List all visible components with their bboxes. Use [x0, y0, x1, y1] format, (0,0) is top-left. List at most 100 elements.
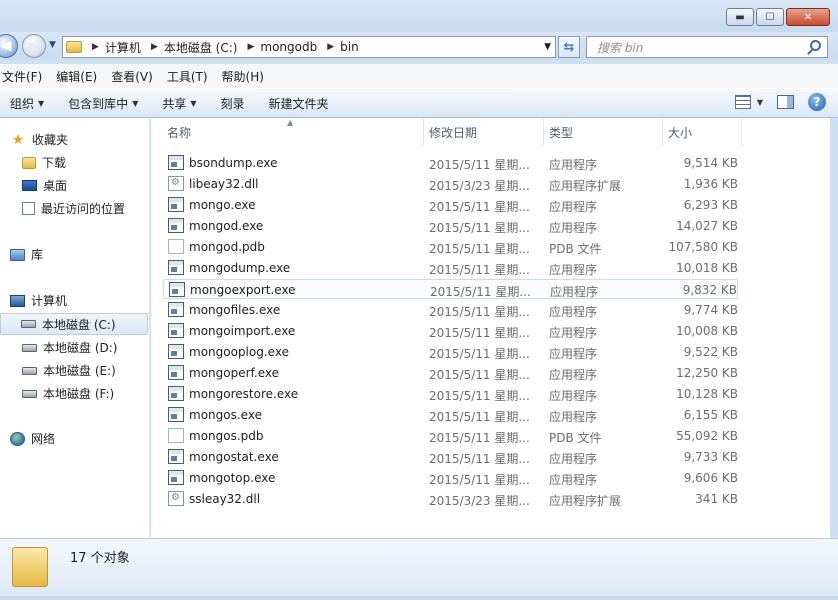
window-controls: ▬ ☐ ✕: [726, 8, 830, 26]
column-header-name[interactable]: 名称: [167, 118, 191, 146]
file-size: 55,092 KB: [676, 429, 738, 443]
drive-icon: [21, 320, 36, 328]
file-type: 应用程序: [549, 326, 598, 340]
sidebar-item-desktop[interactable]: 桌面: [22, 177, 67, 194]
organize-button[interactable]: 组织 ▼: [10, 95, 44, 112]
chevron-right-icon[interactable]: ▶: [327, 42, 334, 52]
menu-view[interactable]: 查看(V): [111, 68, 153, 85]
file-type: PDB 文件: [549, 242, 602, 256]
file-size: 14,027 KB: [676, 219, 738, 233]
table-row[interactable]: mongoperf.exe 2015/5/11 星期... 应用程序 12,250 K…: [163, 363, 738, 383]
file-date: 2015/5/11 星期...: [429, 431, 530, 445]
table-row[interactable]: mongodump.exe 2015/5/11 星期... 应用程序 10,018 K…: [163, 258, 738, 278]
table-row[interactable]: mongos.pdb 2015/5/11 星期... PDB 文件 55,092 KB: [163, 426, 738, 446]
desktop-icon: [22, 180, 37, 191]
table-row[interactable]: mongofiles.exe 2015/5/11 星期... 应用程序 9,774 K…: [163, 300, 738, 320]
sidebar-item-drive-d[interactable]: 本地磁盘 (D:): [22, 339, 117, 356]
file-type: 应用程序: [549, 410, 598, 424]
network-label: 网络: [31, 432, 56, 446]
menu-help[interactable]: 帮助(H): [222, 68, 264, 85]
file-name: mongos.pdb: [189, 429, 264, 443]
column-divider[interactable]: [741, 118, 742, 146]
chevron-right-icon[interactable]: ▶: [247, 42, 254, 52]
refresh-button[interactable]: ⇆: [558, 36, 580, 58]
sidebar-item-favorites[interactable]: ★ 收藏夹: [10, 131, 68, 148]
sidebar-item-computer[interactable]: 计算机: [10, 292, 67, 309]
application-icon: [168, 155, 184, 170]
search-icon[interactable]: [810, 40, 821, 51]
column-header-size[interactable]: 大小: [668, 118, 692, 146]
computer-label: 计算机: [31, 294, 68, 308]
dll-file-icon: [168, 491, 184, 506]
sidebar-item-downloads[interactable]: 下载: [22, 154, 66, 171]
sidebar-item-drive-c[interactable]: 本地磁盘 (C:): [0, 313, 148, 335]
column-divider[interactable]: [423, 118, 424, 146]
table-row[interactable]: libeay32.dll 2015/3/23 星期... 应用程序扩展 1,936 K…: [163, 174, 738, 194]
breadcrumb-bin[interactable]: bin: [340, 40, 359, 54]
file-type: 应用程序: [549, 473, 598, 487]
include-in-library-button[interactable]: 包含到库中 ▼: [68, 95, 138, 112]
menu-file[interactable]: 文件(F): [2, 68, 42, 85]
application-icon: [168, 323, 184, 338]
sidebar-item-drive-f[interactable]: 本地磁盘 (F:): [22, 385, 114, 402]
table-row[interactable]: mongod.exe 2015/5/11 星期... 应用程序 14,027 KB: [163, 216, 738, 236]
chevron-down-icon[interactable]: ▼: [544, 42, 551, 52]
file-size: 107,580 KB: [668, 240, 738, 254]
application-icon: [168, 218, 184, 233]
breadcrumb-computer[interactable]: 计算机: [105, 39, 141, 56]
table-row[interactable]: mongoexport.exe 2015/5/11 星期... 应用程序 9,832 …: [163, 279, 738, 299]
column-header-date[interactable]: 修改日期: [429, 118, 477, 146]
favorites-label: 收藏夹: [32, 133, 69, 147]
chevron-right-icon[interactable]: ▶: [151, 42, 158, 52]
chevron-right-icon[interactable]: ▶: [92, 42, 99, 52]
breadcrumb-mongodb[interactable]: mongodb: [260, 40, 317, 54]
table-row[interactable]: mongorestore.exe 2015/5/11 星期... 应用程序 10,12…: [163, 384, 738, 404]
forward-button[interactable]: ▶: [22, 34, 46, 58]
item-count: 17 个对象: [70, 551, 130, 566]
new-folder-button[interactable]: 新建文件夹: [269, 95, 329, 112]
sidebar-item-recent-places[interactable]: 最近访问的位置: [22, 200, 125, 217]
star-icon: ★: [11, 131, 25, 148]
table-row[interactable]: mongoimport.exe 2015/5/11 星期... 应用程序 10,008…: [163, 321, 738, 341]
change-view-button[interactable]: ▼: [734, 95, 763, 109]
file-name: mongoexport.exe: [190, 283, 296, 297]
burn-button[interactable]: 刻录: [221, 95, 245, 112]
drive-d-label: 本地磁盘 (D:): [43, 341, 118, 355]
sidebar-item-network[interactable]: 网络: [10, 430, 55, 447]
table-row[interactable]: ssleay32.dll 2015/3/23 星期... 应用程序扩展 341 KB: [163, 489, 738, 509]
column-divider[interactable]: [543, 118, 544, 146]
menu-edit[interactable]: 编辑(E): [56, 68, 97, 85]
table-row[interactable]: mongooplog.exe 2015/5/11 星期... 应用程序 9,522 K…: [163, 342, 738, 362]
table-row[interactable]: mongotop.exe 2015/5/11 星期... 应用程序 9,606 KB: [163, 468, 738, 488]
minimize-button[interactable]: ▬: [726, 8, 754, 26]
table-row[interactable]: mongo.exe 2015/5/11 星期... 应用程序 6,293 KB: [163, 195, 738, 215]
maximize-button[interactable]: ☐: [756, 8, 784, 26]
search-input[interactable]: 搜索 bin: [586, 36, 828, 58]
sidebar-item-drive-e[interactable]: 本地磁盘 (E:): [22, 362, 116, 379]
table-row[interactable]: mongod.pdb 2015/5/11 星期... PDB 文件 107,580 K…: [163, 237, 738, 257]
command-bar: 组织 ▼ 包含到库中 ▼ 共享 ▼ 刻录 新建文件夹 ▼ ?: [0, 88, 838, 118]
drive-f-label: 本地磁盘 (F:): [43, 387, 115, 401]
sidebar-item-libraries[interactable]: 库: [10, 246, 43, 263]
file-size: 1,936 KB: [683, 177, 738, 191]
file-date: 2015/5/11 星期...: [429, 158, 530, 172]
column-header-type[interactable]: 类型: [549, 118, 573, 146]
address-bar[interactable]: ▶ 计算机 ▶ 本地磁盘 (C:) ▶ mongodb ▶ bin ▼: [62, 36, 556, 58]
menu-tools[interactable]: 工具(T): [167, 68, 208, 85]
file-name: mongorestore.exe: [189, 387, 299, 401]
table-row[interactable]: mongos.exe 2015/5/11 星期... 应用程序 6,155 KB: [163, 405, 738, 425]
column-divider[interactable]: [662, 118, 663, 146]
file-date: 2015/5/11 星期...: [429, 410, 530, 424]
preview-pane-icon[interactable]: [777, 95, 794, 109]
file-size: 10,008 KB: [676, 324, 738, 338]
help-icon[interactable]: ?: [808, 93, 826, 111]
breadcrumb-drive-c[interactable]: 本地磁盘 (C:): [164, 39, 238, 56]
file-name: bsondump.exe: [189, 156, 278, 170]
back-button[interactable]: ◀: [0, 34, 18, 58]
recent-pages-dropdown[interactable]: ▼: [49, 40, 56, 50]
table-row[interactable]: mongostat.exe 2015/5/11 星期... 应用程序 9,733 KB: [163, 447, 738, 467]
close-button[interactable]: ✕: [786, 8, 830, 26]
table-row[interactable]: bsondump.exe 2015/5/11 星期... 应用程序 9,514 KB: [163, 153, 738, 173]
share-button[interactable]: 共享 ▼: [162, 95, 196, 112]
file-date: 2015/5/11 星期...: [429, 263, 530, 277]
